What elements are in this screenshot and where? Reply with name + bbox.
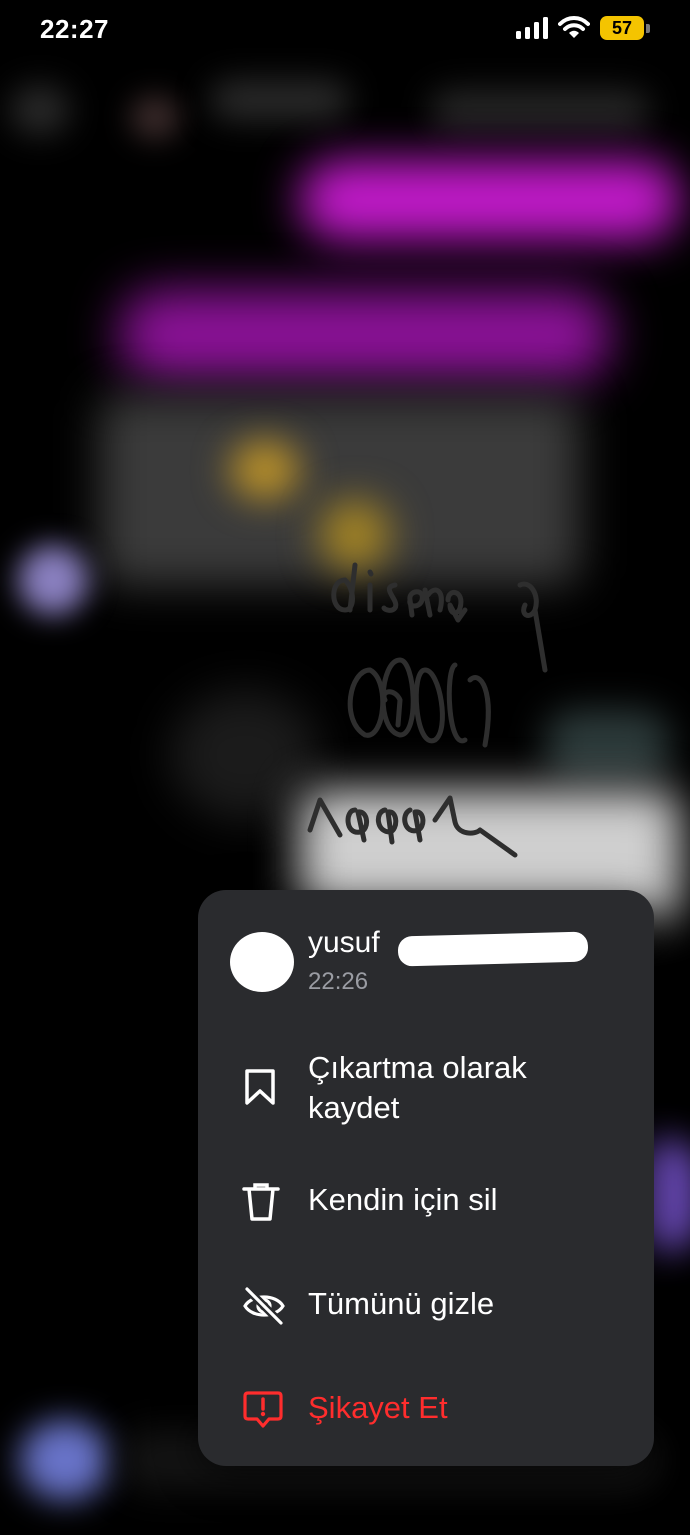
redaction-scribble bbox=[397, 931, 589, 967]
hide-all-label: Tümünü gizle bbox=[308, 1286, 495, 1321]
bookmark-icon bbox=[242, 1068, 278, 1111]
delete-for-me-label: Kendin için sil bbox=[308, 1182, 498, 1217]
cellular-signal-icon bbox=[516, 17, 548, 39]
status-time: 22:27 bbox=[40, 14, 109, 44]
report-button[interactable]: Şikayet Et bbox=[198, 1384, 654, 1440]
sent-message-bubble-blur bbox=[300, 160, 680, 240]
hide-all-button[interactable]: Tümünü gizle bbox=[198, 1280, 654, 1336]
delete-for-me-button[interactable]: Kendin için sil bbox=[198, 1176, 654, 1232]
report-icon bbox=[242, 1390, 284, 1435]
save-as-sticker-label: Çıkartma olarak kaydet bbox=[308, 1050, 527, 1125]
trash-icon bbox=[242, 1182, 280, 1227]
battery-tip bbox=[646, 23, 650, 33]
status-icons: 57 bbox=[516, 16, 650, 40]
report-label: Şikayet Et bbox=[308, 1390, 448, 1425]
message-timestamp: 22:26 bbox=[308, 968, 369, 995]
message-context-menu: yusuf 22:26 Çıkartma olarak kaydet Kendi… bbox=[198, 890, 654, 1466]
save-as-sticker-button[interactable]: Çıkartma olarak kaydet bbox=[198, 1048, 654, 1138]
eye-off-icon bbox=[242, 1285, 286, 1331]
handwritten-scribble bbox=[307, 562, 548, 858]
wifi-icon bbox=[558, 16, 590, 38]
status-bar: 22:27 57 bbox=[0, 0, 690, 60]
battery-level: 57 bbox=[611, 17, 633, 38]
sent-message-bubble-blur bbox=[120, 290, 610, 380]
battery-indicator: 57 bbox=[600, 16, 644, 40]
avatar bbox=[230, 932, 294, 992]
sender-name: yusuf bbox=[308, 926, 380, 959]
